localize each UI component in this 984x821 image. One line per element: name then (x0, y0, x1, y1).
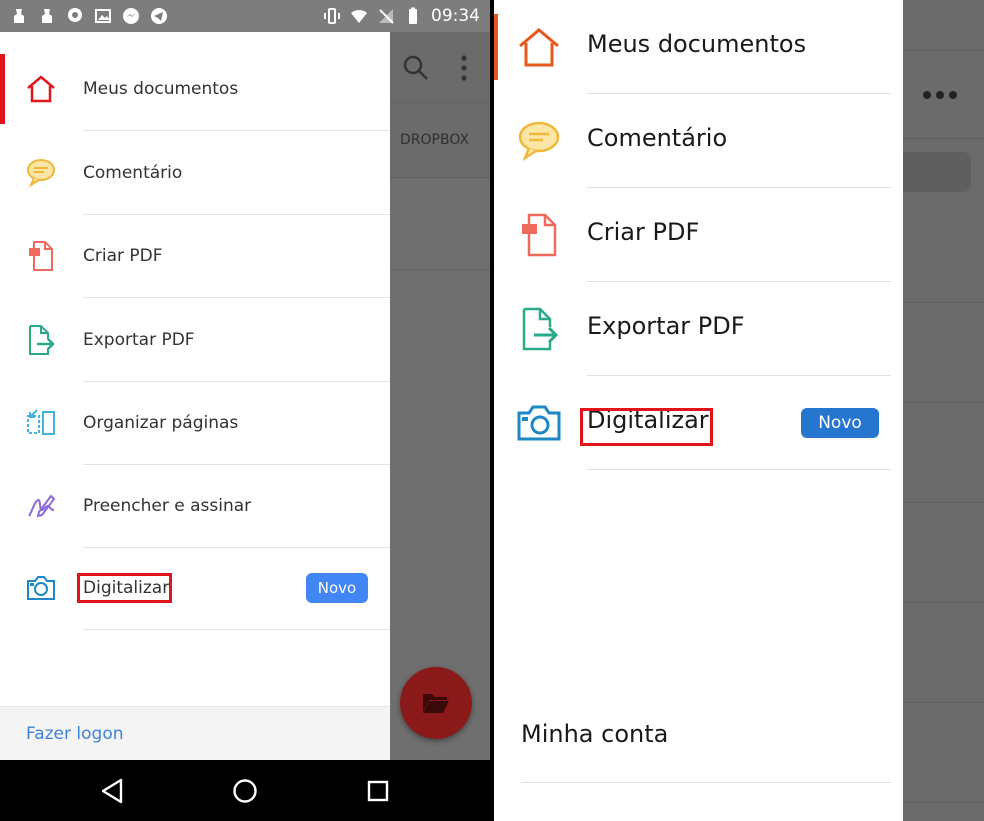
divider (903, 50, 984, 51)
home-icon (516, 24, 562, 70)
app-bar (390, 32, 490, 102)
notification-icon (14, 9, 24, 23)
camera-icon (24, 571, 58, 605)
background-app: DROPBOX (390, 32, 490, 760)
background-app (903, 0, 984, 821)
divider (903, 502, 984, 503)
menu-item-label: Exportar PDF (587, 312, 745, 340)
vibrate-icon (324, 8, 340, 24)
telegram-icon (151, 8, 167, 24)
menu-item-label: Organizar páginas (83, 413, 239, 433)
no-signal-icon (379, 9, 394, 24)
home-button[interactable] (230, 776, 260, 806)
menu-item-label: Meus documentos (587, 30, 807, 58)
recents-icon (368, 780, 389, 801)
highlight-annotation (77, 573, 172, 603)
folder-icon (423, 694, 449, 713)
create-pdf-icon (516, 212, 562, 258)
home-circle-icon (233, 778, 257, 803)
more-icon[interactable] (923, 80, 963, 110)
android-screenshot: 09:34 DROPBOX Meus documentos Comentário (0, 0, 490, 821)
menu-item-comentario[interactable]: Comentário (494, 94, 903, 188)
menu-item-meus-documentos[interactable]: Meus documentos (0, 47, 390, 131)
tab-dropbox[interactable]: DROPBOX (390, 102, 490, 178)
highlight-annotation (580, 408, 713, 446)
open-file-button[interactable] (400, 667, 472, 739)
menu-item-label: Comentário (587, 124, 728, 152)
menu-item-criar-pdf[interactable]: Criar PDF (494, 188, 903, 282)
divider (903, 702, 984, 703)
export-pdf-icon (516, 306, 562, 352)
account-item[interactable]: Minha conta (521, 720, 668, 748)
divider (521, 782, 891, 783)
navigation-drawer: Meus documentos Comentário Criar PDF Exp… (0, 32, 390, 760)
menu-item-digitalizar[interactable]: Digitalizar Novo (0, 546, 390, 630)
navigation-drawer: Meus documentos Comentário Criar PDF Exp… (494, 0, 903, 821)
menu-item-label: Meus documentos (83, 79, 239, 99)
battery-icon (409, 7, 417, 24)
new-badge: Novo (801, 408, 879, 438)
menu-item-label: Preencher e assinar (83, 496, 252, 516)
menu-item-label: Criar PDF (83, 246, 163, 266)
image-icon (95, 9, 111, 23)
comment-icon (516, 118, 562, 164)
home-icon (24, 72, 58, 106)
status-bar: 09:34 (0, 0, 490, 32)
menu-item-preencher-assinar[interactable]: Preencher e assinar (0, 464, 390, 548)
android-nav-bar (0, 760, 490, 821)
divider (83, 629, 390, 630)
divider (903, 302, 984, 303)
notification-icon (42, 9, 52, 23)
menu-item-organizar-paginas[interactable]: Organizar páginas (0, 381, 390, 465)
menu-item-label: Criar PDF (587, 218, 700, 246)
clock: 09:34 (431, 6, 480, 26)
ios-screenshot: Meus documentos Comentário Criar PDF Exp… (494, 0, 984, 821)
messenger-icon (123, 8, 139, 24)
organize-pages-icon (24, 406, 58, 440)
menu-item-meus-documentos[interactable]: Meus documentos (494, 0, 903, 94)
back-button[interactable] (97, 776, 127, 806)
login-link[interactable]: Fazer logon (0, 706, 390, 760)
divider (903, 602, 984, 603)
menu-item-comentario[interactable]: Comentário (0, 131, 390, 215)
location-icon (68, 8, 82, 22)
divider (903, 138, 984, 139)
divider (903, 802, 984, 803)
fill-sign-icon (24, 489, 58, 523)
comment-icon (24, 156, 58, 190)
menu-item-criar-pdf[interactable]: Criar PDF (0, 214, 390, 298)
create-pdf-icon (24, 239, 58, 273)
menu-item-exportar-pdf[interactable]: Exportar PDF (0, 298, 390, 382)
back-icon (101, 778, 122, 803)
overflow-menu-icon[interactable] (460, 54, 468, 82)
menu-item-label: Exportar PDF (83, 330, 195, 350)
recents-button[interactable] (363, 776, 393, 806)
wifi-icon (351, 9, 367, 23)
list-item (390, 178, 490, 270)
menu-item-exportar-pdf[interactable]: Exportar PDF (494, 282, 903, 376)
divider (587, 469, 891, 470)
new-badge: Novo (306, 573, 368, 603)
divider (903, 402, 984, 403)
search-icon[interactable] (402, 54, 430, 82)
search-input[interactable] (903, 152, 971, 192)
camera-icon (516, 400, 562, 446)
export-pdf-icon (24, 323, 58, 357)
menu-item-label: Comentário (83, 163, 183, 183)
